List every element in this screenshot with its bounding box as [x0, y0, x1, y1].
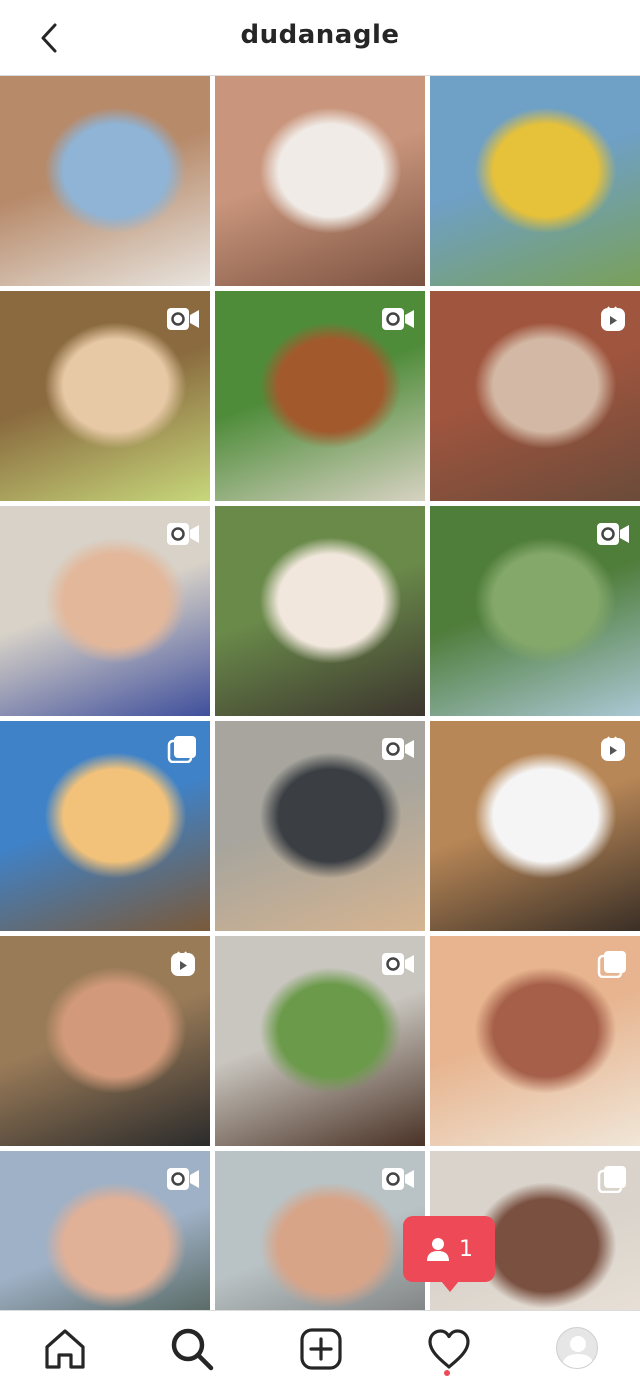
- video-icon: [166, 520, 200, 548]
- carousel-icon: [596, 950, 630, 979]
- tab-profile[interactable]: [556, 1327, 598, 1369]
- post-image: [0, 76, 210, 286]
- video-icon: [381, 735, 415, 763]
- activity-notification-bubble[interactable]: 1: [403, 1216, 495, 1292]
- activity-indicator-dot: [444, 1370, 450, 1376]
- post-thumbnail[interactable]: [215, 506, 425, 716]
- tab-search[interactable]: [168, 1325, 216, 1373]
- tab-new-post[interactable]: [297, 1325, 345, 1373]
- post-thumbnail[interactable]: [0, 506, 210, 716]
- top-bar: dudanagle: [0, 0, 640, 76]
- post-thumbnail[interactable]: [0, 291, 210, 501]
- tab-home[interactable]: [41, 1325, 89, 1373]
- video-icon: [166, 1165, 200, 1193]
- post-image: [215, 506, 425, 716]
- notification-count: 1: [459, 1236, 473, 1262]
- post-thumbnail[interactable]: [430, 291, 640, 501]
- post-thumbnail[interactable]: [0, 721, 210, 931]
- reel-icon: [166, 950, 200, 978]
- person-icon: [427, 1238, 449, 1261]
- post-thumbnail[interactable]: [215, 291, 425, 501]
- bottom-tab-bar: [0, 1310, 640, 1386]
- post-thumbnail[interactable]: [215, 721, 425, 931]
- post-thumbnail[interactable]: [430, 506, 640, 716]
- heart-icon: [428, 1329, 470, 1369]
- post-thumbnail[interactable]: [215, 76, 425, 286]
- video-icon: [381, 950, 415, 978]
- post-thumbnail[interactable]: [0, 1151, 210, 1310]
- avatar-icon: [562, 1336, 594, 1368]
- post-thumbnail[interactable]: [0, 936, 210, 1146]
- carousel-icon: [166, 735, 200, 764]
- post-thumbnail[interactable]: [430, 721, 640, 931]
- video-icon: [381, 305, 415, 333]
- tab-activity[interactable]: [425, 1325, 473, 1373]
- plus-square-icon: [300, 1328, 342, 1370]
- video-icon: [596, 520, 630, 548]
- video-icon: [166, 305, 200, 333]
- post-image: [430, 76, 640, 286]
- reel-icon: [596, 735, 630, 763]
- post-thumbnail[interactable]: [430, 936, 640, 1146]
- post-image: [215, 76, 425, 286]
- page-title: dudanagle: [240, 20, 400, 50]
- search-icon: [171, 1328, 214, 1371]
- posts-grid: [0, 76, 640, 1310]
- home-icon: [45, 1329, 85, 1369]
- video-icon: [381, 1165, 415, 1193]
- carousel-icon: [596, 1165, 630, 1194]
- post-thumbnail[interactable]: [215, 936, 425, 1146]
- post-thumbnail[interactable]: [0, 76, 210, 286]
- post-thumbnail[interactable]: [215, 1151, 425, 1310]
- post-thumbnail[interactable]: [430, 76, 640, 286]
- reel-icon: [596, 305, 630, 333]
